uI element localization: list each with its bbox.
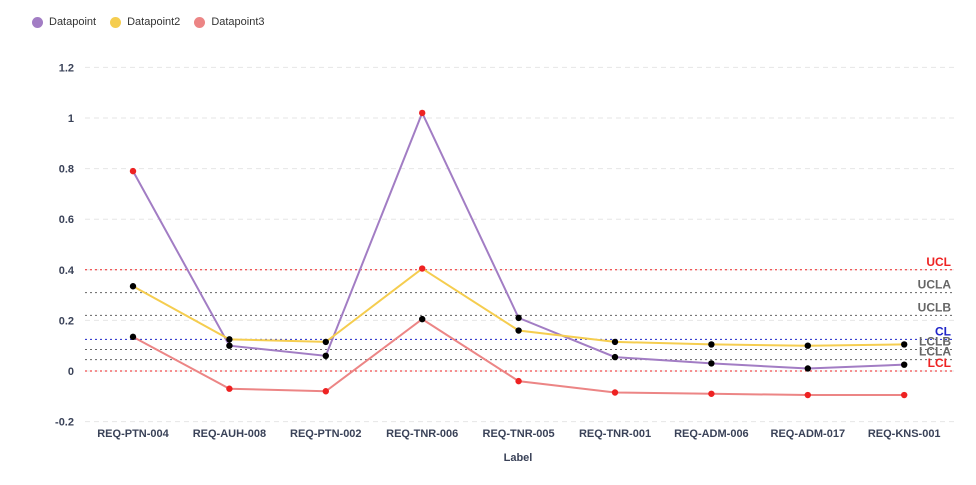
data-point-datapoint2: [708, 341, 715, 348]
x-axis-title: Label: [504, 452, 533, 464]
control-label-lcl: LCL: [928, 356, 951, 370]
data-point-datapoint3: [419, 315, 426, 323]
data-point-datapoint3: [804, 391, 811, 399]
control-chart: -0.200.20.40.60.811.2UCLUCLAUCLBCLLCLBLC…: [55, 62, 955, 464]
data-point-datapoint: [515, 314, 522, 322]
x-tick-label: REQ-ADM-017: [771, 428, 846, 440]
control-label-ucl: UCL: [926, 255, 951, 269]
data-point-datapoint3: [129, 333, 137, 341]
data-point-datapoint: [226, 342, 233, 349]
data-point-datapoint: [901, 361, 908, 368]
x-tick-label: REQ-TNR-005: [483, 428, 555, 440]
data-point-datapoint: [611, 353, 619, 361]
x-tick-label: REQ-PTN-004: [97, 428, 169, 440]
data-point-datapoint3: [515, 377, 522, 385]
y-tick-label: 0.4: [59, 265, 75, 277]
y-tick-label: 1.2: [59, 62, 74, 74]
data-point-datapoint2: [226, 336, 233, 343]
x-tick-label: REQ-PTN-002: [290, 428, 362, 440]
data-point-datapoint3: [901, 391, 908, 399]
x-tick-label: REQ-AUH-008: [193, 428, 266, 440]
data-point-datapoint: [708, 360, 715, 367]
y-tick-label: -0.2: [55, 417, 74, 429]
data-point-datapoint2: [322, 338, 329, 346]
data-point-datapoint: [129, 167, 137, 175]
y-tick-label: 0.6: [59, 214, 74, 226]
data-point-datapoint3: [611, 389, 619, 396]
data-point-datapoint: [322, 352, 329, 360]
series-line-datapoint2: [132, 267, 905, 347]
x-tick-label: REQ-TNR-001: [579, 428, 651, 440]
data-point-datapoint3: [322, 388, 329, 395]
control-label-uclb: UCLB: [918, 300, 952, 314]
data-point-datapoint3: [708, 390, 715, 397]
data-point-datapoint2: [611, 338, 619, 346]
control-label-ucla: UCLA: [918, 278, 952, 292]
x-tick-label: REQ-ADM-006: [674, 428, 749, 440]
x-tick-label: REQ-KNS-001: [868, 428, 941, 440]
data-point-datapoint2: [419, 265, 426, 272]
data-point-datapoint2: [129, 283, 137, 290]
data-point-datapoint2: [901, 341, 908, 348]
data-point-datapoint2: [804, 342, 811, 349]
y-tick-label: 1: [68, 113, 74, 125]
y-tick-label: 0.2: [59, 315, 74, 327]
y-tick-label: 0: [68, 366, 74, 378]
data-point-datapoint3: [226, 385, 233, 392]
x-tick-label: REQ-TNR-006: [386, 428, 458, 440]
data-point-datapoint: [804, 365, 811, 372]
y-tick-label: 0.8: [59, 164, 74, 176]
data-point-datapoint2: [515, 327, 522, 334]
data-point-datapoint: [419, 109, 426, 117]
